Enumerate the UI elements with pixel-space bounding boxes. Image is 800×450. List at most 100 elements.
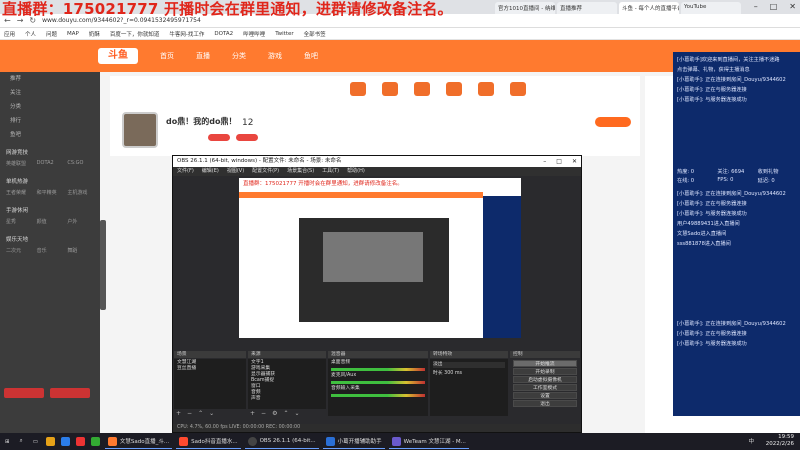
volume-meter[interactable] <box>331 381 425 384</box>
system-clock[interactable]: 19:59 2022/2/26 <box>766 434 794 448</box>
nav-home[interactable]: 首页 <box>160 51 174 61</box>
taskbar-app[interactable]: OBS 26.1.1 (64-bit... <box>244 435 319 449</box>
browser-tab[interactable]: 官方1010直播间 - 纳维斯 <box>495 2 555 14</box>
nav-game[interactable]: 游戏 <box>268 51 282 61</box>
virtual-camera-button[interactable]: 启动虚拟摄像机 <box>513 376 577 383</box>
feature-icon[interactable] <box>350 82 366 96</box>
feature-icon[interactable] <box>478 82 494 96</box>
feature-icon[interactable] <box>510 82 526 96</box>
sidebar-item[interactable]: 推荐 <box>0 72 100 86</box>
up-icon[interactable]: ⌃ <box>283 410 288 417</box>
minimize-icon[interactable]: – <box>754 2 758 11</box>
game-link[interactable]: 王者荣耀 <box>6 189 33 196</box>
sidebar-item[interactable]: 分类 <box>0 100 100 114</box>
menu-item[interactable]: 帮助(H) <box>347 167 365 176</box>
sidebar-item[interactable]: 鱼吧 <box>0 128 100 142</box>
sidebar-action-button[interactable] <box>50 388 90 398</box>
taskview-icon[interactable]: ▭ <box>30 435 41 449</box>
up-icon[interactable]: ⌃ <box>198 410 203 417</box>
bookmark-item[interactable]: MAP <box>67 31 79 37</box>
game-link[interactable]: DOTA2 <box>37 160 64 167</box>
maximize-icon[interactable]: □ <box>556 156 562 167</box>
menu-item[interactable]: 编辑(E) <box>202 167 219 176</box>
feature-icon[interactable] <box>382 82 398 96</box>
bookmark-item[interactable]: Twitter <box>275 31 293 37</box>
nav-category[interactable]: 分类 <box>232 51 246 61</box>
taskbar-app[interactable]: 文慧Sado直播_斗... <box>104 435 173 449</box>
bookmark-item[interactable]: 百度一下，你就知道 <box>110 30 160 38</box>
follow-button[interactable] <box>595 117 631 127</box>
folder-icon[interactable] <box>45 437 55 446</box>
game-link[interactable]: 和平精英 <box>37 189 64 196</box>
bookmark-item[interactable]: 全部书签 <box>304 30 326 38</box>
room-tag[interactable] <box>236 134 258 141</box>
douyu-logo[interactable]: 斗鱼 <box>98 48 138 64</box>
search-icon[interactable]: ⌕ <box>17 435 26 449</box>
app-icon[interactable] <box>90 437 100 446</box>
volume-meter[interactable] <box>331 368 425 371</box>
bookmark-item[interactable]: 应用 <box>4 30 15 38</box>
obs-preview[interactable]: 直播群：175021777 开播时会在群里通知，进群请修改备注名。 <box>239 178 521 338</box>
sidebar-item[interactable]: 关注 <box>0 86 100 100</box>
remove-icon[interactable]: − <box>187 410 192 417</box>
maximize-icon[interactable]: □ <box>770 2 778 11</box>
menu-item[interactable]: 工具(T) <box>322 167 339 176</box>
bookmark-item[interactable]: 牛客网-找工作 <box>169 30 204 38</box>
sidebar-scrollbar[interactable] <box>100 220 106 310</box>
taskbar-app[interactable]: WeTeam 文慧江湖 - M... <box>388 435 469 449</box>
menu-item[interactable]: 视图(V) <box>227 167 244 176</box>
game-link[interactable]: CS:GO <box>67 160 94 167</box>
down-icon[interactable]: ⌄ <box>294 410 299 417</box>
add-icon[interactable]: + <box>176 410 181 417</box>
menu-item[interactable]: 场景集合(S) <box>287 167 314 176</box>
start-streaming-button[interactable]: 开始推流 <box>513 360 577 367</box>
add-icon[interactable]: + <box>250 410 255 417</box>
game-link[interactable]: 二次元 <box>6 247 33 254</box>
room-tag[interactable] <box>208 134 230 141</box>
studio-mode-button[interactable]: 工作室模式 <box>513 384 577 391</box>
streamer-avatar[interactable] <box>122 112 158 148</box>
taskbar-app[interactable]: 小葛开播辅助助手 <box>322 435 385 449</box>
duration-input[interactable]: 300 ms <box>444 371 462 376</box>
volume-meter[interactable] <box>331 394 425 397</box>
menu-item[interactable]: 文件(F) <box>177 167 194 176</box>
bookmark-item[interactable]: DOTA2 <box>214 31 233 37</box>
bookmark-item[interactable]: 哔哩哔哩 <box>243 30 265 38</box>
scene-item[interactable]: 豆丝直播 <box>177 366 243 372</box>
feature-icon[interactable] <box>414 82 430 96</box>
down-icon[interactable]: ⌄ <box>209 410 214 417</box>
nav-live[interactable]: 直播 <box>196 51 210 61</box>
minimize-icon[interactable]: – <box>543 156 546 167</box>
sidebar-item[interactable]: 排行 <box>0 114 100 128</box>
close-icon[interactable]: ✕ <box>789 2 796 11</box>
transition-select[interactable]: 淡出 <box>433 362 505 368</box>
app-icon[interactable] <box>75 437 85 446</box>
remove-icon[interactable]: − <box>261 410 266 417</box>
bookmark-item[interactable]: 个人 <box>25 30 36 38</box>
browser-tab[interactable]: YouTube <box>681 2 741 14</box>
sidebar-action-button[interactable] <box>4 388 44 398</box>
source-item[interactable]: 声音 <box>251 396 323 402</box>
nav-yuba[interactable]: 鱼吧 <box>304 51 318 61</box>
settings-button[interactable]: 设置 <box>513 392 577 399</box>
game-link[interactable]: 星秀 <box>6 218 33 225</box>
gear-icon[interactable]: ⚙ <box>272 410 277 417</box>
menu-item[interactable]: 配置文件(P) <box>252 167 279 176</box>
exit-button[interactable]: 退出 <box>513 400 577 407</box>
game-link[interactable]: 舞蹈 <box>67 247 94 254</box>
close-icon[interactable]: ✕ <box>572 156 577 167</box>
game-link[interactable]: 音乐 <box>37 247 64 254</box>
edge-icon[interactable] <box>60 437 70 446</box>
game-link[interactable]: 主机游戏 <box>67 189 94 196</box>
feature-icon[interactable] <box>446 82 462 96</box>
browser-tab-active[interactable]: 斗鱼 - 每个人的直播平台 <box>619 2 679 14</box>
start-recording-button[interactable]: 开始录制 <box>513 368 577 375</box>
browser-tab[interactable]: 直播推荐 <box>557 2 617 14</box>
bookmark-item[interactable]: 奶酥 <box>89 30 100 38</box>
taskbar-app[interactable]: Sado抖音直播水... <box>176 435 241 449</box>
input-language-indicator[interactable]: 中 <box>748 437 754 445</box>
game-link[interactable]: 颜值 <box>37 218 64 225</box>
bookmark-item[interactable]: 问题 <box>46 30 57 38</box>
game-link[interactable]: 户外 <box>67 218 94 225</box>
game-link[interactable]: 英雄联盟 <box>6 160 33 167</box>
